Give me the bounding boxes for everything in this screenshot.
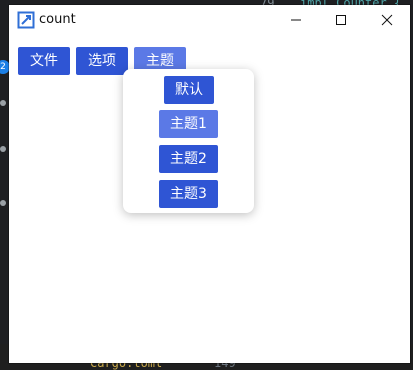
app-window: count 文件 选项 主题 默认 主题1 主题2 主题3	[9, 5, 410, 363]
maximize-button[interactable]	[318, 5, 364, 35]
theme-dropdown-menu: 默认 主题1 主题2 主题3	[123, 69, 254, 213]
window-title: count	[39, 12, 76, 27]
theme-3-item[interactable]: 主题3	[159, 180, 218, 208]
theme-default-item[interactable]: 默认	[164, 76, 214, 104]
menu-file-button[interactable]: 文件	[18, 47, 70, 75]
close-icon	[381, 14, 393, 26]
title-bar[interactable]: count	[9, 5, 410, 35]
close-button[interactable]	[364, 5, 410, 35]
gutter-mark	[0, 200, 6, 206]
gutter-mark	[0, 100, 6, 106]
minimize-icon	[291, 19, 301, 21]
minimize-button[interactable]	[273, 5, 319, 35]
theme-1-item[interactable]: 主题1	[159, 110, 218, 138]
theme-2-item[interactable]: 主题2	[159, 145, 218, 173]
gutter-mark	[0, 146, 6, 152]
maximize-icon	[336, 15, 346, 25]
menu-options-button[interactable]: 选项	[76, 47, 128, 75]
app-logo-icon	[17, 11, 35, 29]
